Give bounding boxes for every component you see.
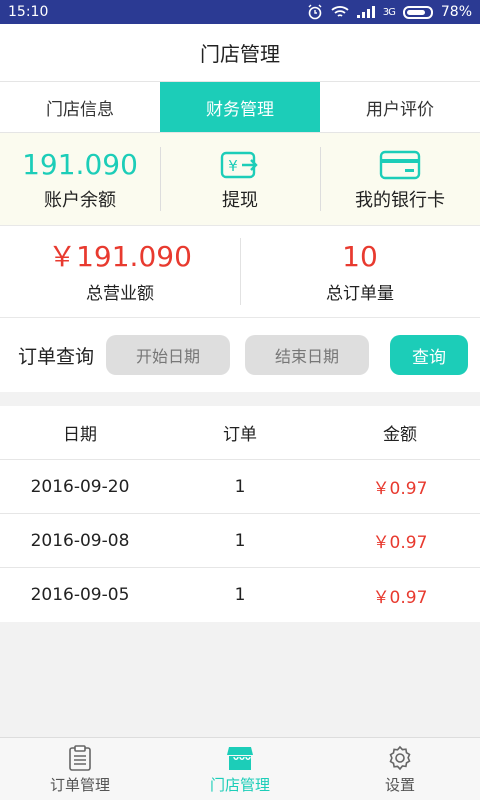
bank-card-icon	[379, 150, 421, 180]
order-query-bar: 订单查询 开始日期 结束日期 查询	[0, 318, 480, 392]
bank-card-button[interactable]: 我的银行卡	[320, 133, 480, 225]
battery-level: 78%	[440, 4, 472, 20]
header-date: 日期	[63, 425, 97, 445]
withdraw-label: 提现	[222, 190, 258, 211]
header-amount: 金额	[383, 425, 417, 445]
status-bar: 15:10 3G 78%	[0, 0, 480, 24]
end-date-picker[interactable]: 结束日期	[245, 335, 370, 375]
stats-panel: ￥191.090 总营业额 10 总订单量	[0, 226, 480, 318]
nav-label: 订单管理	[49, 775, 110, 794]
total-revenue: ￥191.090 总营业额	[0, 226, 240, 317]
nav-settings[interactable]: 设置	[320, 738, 480, 800]
start-date-picker[interactable]: 开始日期	[106, 335, 231, 375]
table-header: 日期 订单 金额	[0, 406, 480, 460]
signal-icon	[356, 6, 375, 18]
row-amount: ￥0.97	[372, 533, 428, 553]
withdraw-icon: ¥	[220, 151, 258, 179]
nav-order-management[interactable]: 订单管理	[0, 738, 160, 800]
row-amount: ￥0.97	[372, 479, 428, 499]
section-divider	[0, 392, 480, 406]
page-title: 门店管理	[0, 24, 480, 82]
table-row[interactable]: 2016-09-20 1 ￥0.97	[0, 460, 480, 514]
revenue-value: ￥191.090	[48, 240, 192, 273]
network-type: 3G	[382, 6, 396, 18]
status-icons: 3G 78%	[307, 4, 472, 20]
orders-value: 10	[342, 240, 378, 273]
balance-amount: 191.090	[22, 148, 138, 181]
row-orders: 1	[234, 530, 246, 551]
order-table: 日期 订单 金额 2016-09-20 1 ￥0.97 2016-09-08 1…	[0, 406, 480, 622]
alarm-icon	[308, 4, 322, 20]
bank-card-label: 我的银行卡	[355, 190, 445, 211]
tab-store-info[interactable]: 门店信息	[0, 82, 160, 132]
row-orders: 1	[234, 585, 246, 605]
row-date: 2016-09-05	[30, 585, 130, 605]
revenue-label: 总营业额	[86, 284, 154, 304]
nav-label: 门店管理	[209, 775, 270, 794]
gear-icon	[389, 745, 411, 770]
wifi-icon	[331, 6, 349, 17]
total-orders: 10 总订单量	[240, 226, 480, 317]
balance-label: 账户余额	[44, 190, 116, 211]
clipboard-icon	[69, 744, 91, 771]
query-button[interactable]: 查询	[390, 335, 469, 375]
tab-user-reviews[interactable]: 用户评价	[320, 82, 480, 132]
battery-icon	[402, 5, 433, 19]
table-row[interactable]: 2016-09-05 1 ￥0.97	[0, 568, 480, 622]
withdraw-button[interactable]: ¥ 提现	[160, 133, 320, 225]
header-orders: 订单	[223, 425, 257, 445]
row-amount: ￥0.97	[372, 587, 428, 608]
row-date: 2016-09-08	[30, 530, 130, 551]
table-row[interactable]: 2016-09-08 1 ￥0.97	[0, 514, 480, 568]
tab-finance[interactable]: 财务管理	[160, 82, 320, 132]
row-date: 2016-09-20	[30, 476, 130, 497]
svg-text:¥: ¥	[228, 157, 238, 175]
tab-bar: 门店信息 财务管理 用户评价	[0, 82, 480, 133]
store-icon	[227, 746, 253, 770]
nav-store-management[interactable]: 门店管理	[160, 738, 320, 800]
orders-label: 总订单量	[326, 284, 394, 304]
status-time: 15:10	[8, 4, 49, 20]
balance-panel: 191.090 账户余额 ¥ 提现 我的银行卡	[0, 133, 480, 226]
query-label: 订单查询	[18, 345, 95, 368]
account-balance: 191.090 账户余额	[0, 133, 160, 225]
bottom-nav: 订单管理 门店管理 设置	[0, 737, 480, 800]
nav-label: 设置	[384, 775, 415, 794]
row-orders: 1	[234, 476, 246, 497]
